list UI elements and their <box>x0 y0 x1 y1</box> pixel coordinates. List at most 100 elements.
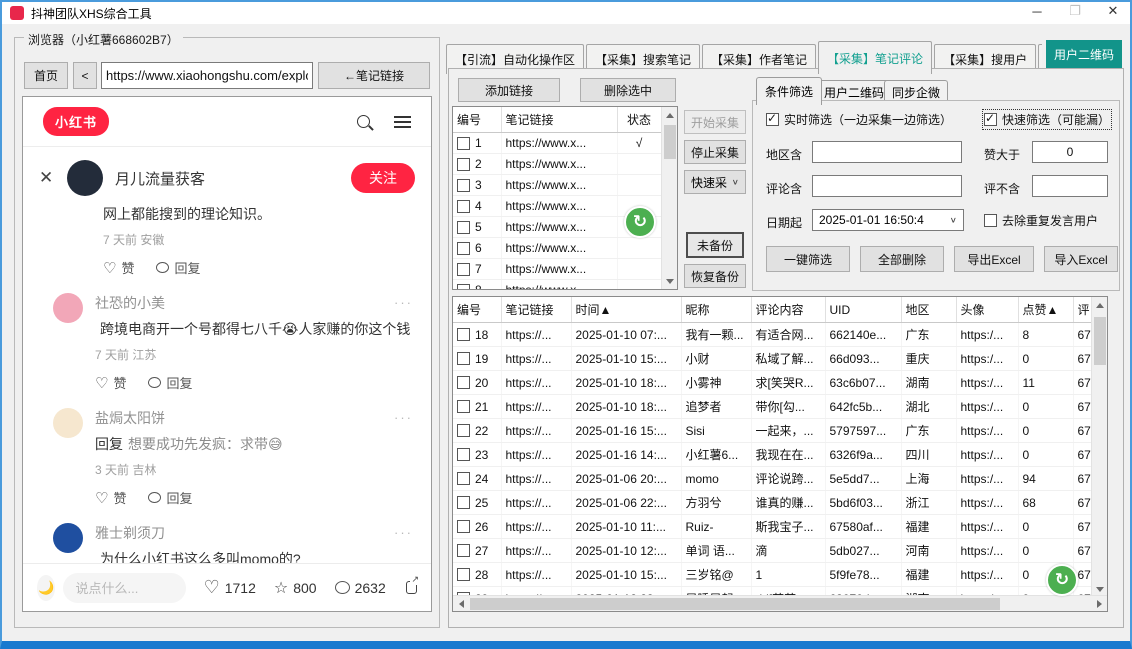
link-row[interactable]: 3 https://www.x... <box>453 175 661 196</box>
comment-stat[interactable]: 2632 <box>335 580 386 596</box>
row-checkbox[interactable] <box>457 448 470 461</box>
commenter-name[interactable]: 盐焗太阳饼 <box>95 408 415 428</box>
like-action[interactable]: ♡赞 <box>95 488 126 507</box>
date-from-combobox[interactable]: 2025-01-01 16:50:4∨ <box>812 209 964 231</box>
one-key-filter-button[interactable]: 一键筛选 <box>766 246 850 272</box>
col-header[interactable]: 评论内容 <box>751 297 825 323</box>
search-icon[interactable] <box>357 115 370 128</box>
result-row[interactable]: 20 https://... 2025-01-10 18:... 小雾神 求[笑… <box>453 371 1108 395</box>
share-icon[interactable] <box>406 581 417 594</box>
row-checkbox[interactable] <box>457 496 470 509</box>
avatar-url[interactable]: https:/... <box>956 419 1018 443</box>
comment-not-input[interactable] <box>1032 175 1108 197</box>
avatar-url[interactable]: https:/... <box>956 491 1018 515</box>
col-header[interactable]: 地区 <box>901 297 956 323</box>
note-link-button[interactable]: ←笔记链接 <box>318 62 430 89</box>
note-link[interactable]: https://... <box>501 419 571 443</box>
result-row[interactable]: 23 https://... 2025-01-16 14:... 小红薯6...… <box>453 443 1108 467</box>
row-checkbox[interactable] <box>457 328 470 341</box>
quick-filter-checkbox[interactable]: 快速筛选（可能漏） <box>984 111 1110 128</box>
row-checkbox[interactable] <box>457 352 470 365</box>
avatar-url[interactable]: https:/... <box>956 395 1018 419</box>
note-link[interactable]: https://... <box>501 347 571 371</box>
avatar-url[interactable]: https:/... <box>956 443 1018 467</box>
like-action[interactable]: ♡赞 <box>103 258 134 277</box>
note-link[interactable]: https://www.x... <box>501 259 617 280</box>
note-link[interactable]: https://www.x... <box>501 238 617 259</box>
col-header[interactable]: 编号 <box>453 297 501 323</box>
refresh-spinner-icon[interactable]: ↻ <box>624 206 656 238</box>
note-link[interactable]: https://... <box>501 443 571 467</box>
row-checkbox[interactable] <box>457 137 470 150</box>
backup-button[interactable]: 未备份 <box>686 232 744 258</box>
more-options-icon[interactable]: ··· <box>394 525 413 540</box>
reply-action[interactable]: 回复 <box>148 488 192 507</box>
note-link[interactable]: https://... <box>501 467 571 491</box>
more-options-icon[interactable]: ··· <box>394 295 413 310</box>
result-row[interactable]: 21 https://... 2025-01-10 18:... 追梦者 带你[… <box>453 395 1108 419</box>
import-excel-button[interactable]: 导入Excel <box>1044 246 1118 272</box>
avatar-url[interactable]: https:/... <box>956 371 1018 395</box>
start-collect-button[interactable]: 开始采集 <box>684 110 746 134</box>
quick-collect-combobox[interactable]: 快速采∨ <box>684 170 746 194</box>
avatar[interactable] <box>53 293 83 323</box>
note-link[interactable]: https://... <box>501 323 571 347</box>
follow-button[interactable]: 关注 <box>351 163 415 193</box>
row-checkbox[interactable] <box>457 568 470 581</box>
avatar[interactable] <box>67 160 103 196</box>
avatar-url[interactable]: https:/... <box>956 467 1018 491</box>
note-link[interactable]: https://... <box>501 395 571 419</box>
link-table-scrollbar[interactable] <box>661 107 677 289</box>
result-row[interactable]: 27 https://... 2025-01-10 12:... 单词 语...… <box>453 539 1108 563</box>
back-button[interactable]: < <box>73 62 97 89</box>
avatar[interactable] <box>53 523 83 553</box>
delete-all-button[interactable]: 全部删除 <box>860 246 944 272</box>
region-input[interactable] <box>812 141 962 163</box>
note-link[interactable]: https://www.x... <box>501 196 617 217</box>
minimize-button[interactable]: ─ <box>1018 0 1056 22</box>
result-row[interactable]: 22 https://... 2025-01-16 15:... Sisi 一起… <box>453 419 1108 443</box>
col-header[interactable]: 编号 <box>453 107 501 133</box>
like-gt-input[interactable] <box>1032 141 1108 163</box>
like-action[interactable]: ♡赞 <box>95 373 126 392</box>
note-link[interactable]: https://www.x... <box>501 133 617 154</box>
row-checkbox[interactable] <box>457 544 470 557</box>
delete-selected-button[interactable]: 删除选中 <box>580 78 676 102</box>
col-header[interactable]: 点赞▲ <box>1018 297 1073 323</box>
avatar-url[interactable]: https:/... <box>956 563 1018 587</box>
realtime-filter-checkbox[interactable]: 实时筛选（一边采集一边筛选） <box>766 111 952 128</box>
note-link[interactable]: https://... <box>501 563 571 587</box>
note-link[interactable]: https://www.x... <box>501 154 617 175</box>
row-checkbox[interactable] <box>457 472 470 485</box>
avatar-url[interactable]: https:/... <box>956 323 1018 347</box>
note-link[interactable]: https://www.x... <box>501 175 617 196</box>
dedupe-checkbox[interactable]: 去除重复发言用户 <box>984 212 1098 229</box>
note-link[interactable]: https://... <box>501 539 571 563</box>
note-link[interactable]: https://... <box>501 491 571 515</box>
comment-contains-input[interactable] <box>812 175 962 197</box>
result-row[interactable]: 24 https://... 2025-01-06 20:... momo 评论… <box>453 467 1108 491</box>
close-icon[interactable]: ✕ <box>39 168 55 188</box>
home-button[interactable]: 首页 <box>24 62 68 89</box>
url-input[interactable] <box>101 62 313 89</box>
link-row[interactable]: 6 https://www.x... <box>453 238 661 259</box>
row-checkbox[interactable] <box>457 263 470 276</box>
avatar-url[interactable]: https:/... <box>956 515 1018 539</box>
col-header[interactable]: 状态 <box>617 107 661 133</box>
result-row[interactable]: 28 https://... 2025-01-10 15:... 三岁铭@ 1 … <box>453 563 1108 587</box>
reply-action[interactable]: 回复 <box>156 258 200 277</box>
row-checkbox[interactable] <box>457 242 470 255</box>
result-row[interactable]: 25 https://... 2025-01-06 22:... 方羽兮 谁真的… <box>453 491 1108 515</box>
note-link[interactable]: https://... <box>501 515 571 539</box>
more-options-icon[interactable]: ··· <box>394 410 413 425</box>
maximize-button[interactable]: ❐ <box>1056 0 1094 22</box>
col-header[interactable]: 时间▲ <box>571 297 681 323</box>
avatar[interactable] <box>53 408 83 438</box>
author-name[interactable]: 月儿流量获客 <box>115 168 205 189</box>
checkbox[interactable] <box>984 113 997 126</box>
add-link-button[interactable]: 添加链接 <box>458 78 560 102</box>
link-row[interactable]: 1 https://www.x... √ <box>453 133 661 154</box>
stop-collect-button[interactable]: 停止采集 <box>684 140 746 164</box>
close-button[interactable]: ✕ <box>1094 0 1132 22</box>
export-excel-button[interactable]: 导出Excel <box>954 246 1034 272</box>
